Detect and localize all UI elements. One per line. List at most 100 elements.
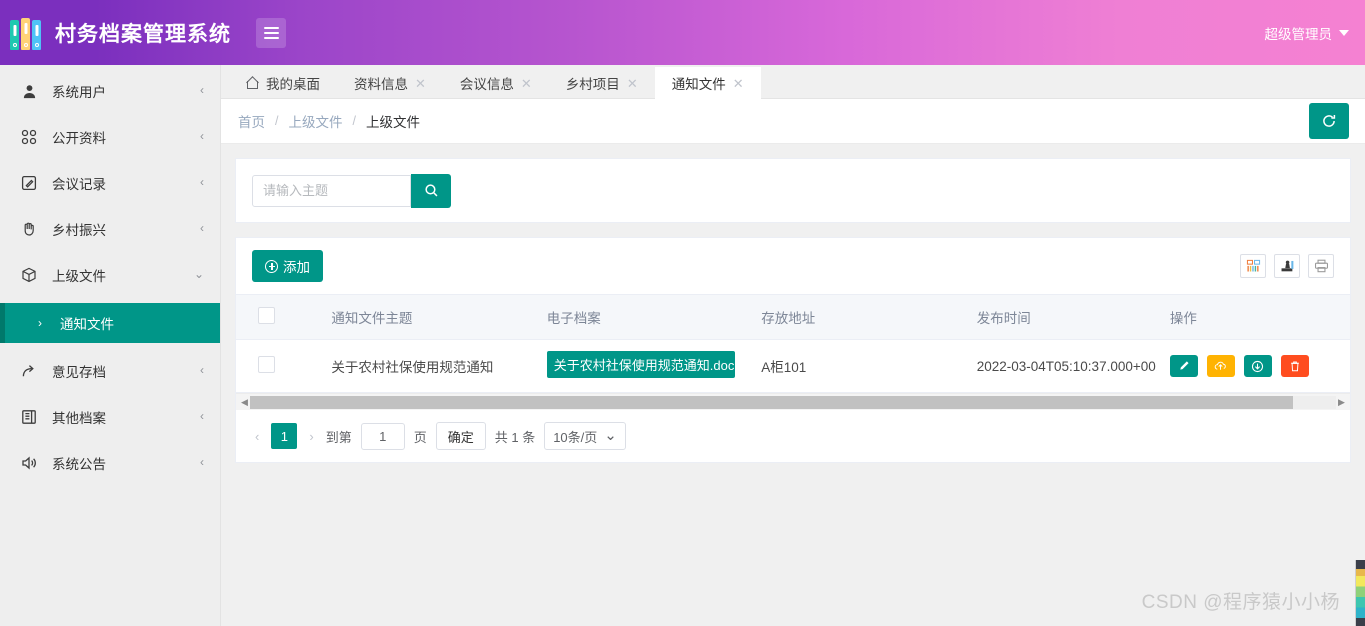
upload-cloud-icon [1215, 361, 1227, 370]
table-row: 关于农村社保使用规范通知 关于农村社保使用规范通知.doc A柜101 2022… [236, 339, 1350, 393]
search-input[interactable] [252, 174, 411, 207]
sidebar-item-label: 系统公告 [52, 457, 106, 472]
tab-label: 乡村项目 [565, 77, 620, 92]
sidebar-item-other-archive[interactable]: 其他档案 ‹ [0, 399, 220, 435]
header-select-all [236, 294, 319, 340]
table-horizontal-scrollbar[interactable]: ◀ ▶ [236, 393, 1350, 410]
close-icon[interactable]: ✕ [733, 77, 744, 90]
data-table: 通知文件主题 电子档案 存放地址 发布时间 操作 关于农村社保使用规范通知 关于… [236, 294, 1350, 393]
chevron-left-icon: ‹ [200, 409, 204, 423]
speaker-icon [18, 454, 40, 472]
main-area: 我的桌面 资料信息 ✕ 会议信息 ✕ 乡村项目 ✕ 通知文件 ✕ 首页 / 上级… [221, 65, 1365, 626]
sidebar-item-public-data[interactable]: 公开资料 ‹ [0, 119, 220, 155]
select-all-checkbox[interactable] [258, 307, 275, 324]
refresh-button[interactable] [1309, 103, 1349, 139]
sidebar-item-superior-docs[interactable]: 上级文件 ⌄ [0, 257, 220, 293]
sidebar: 系统用户 ‹ 公开资料 ‹ 会议记录 ‹ 乡村振兴 ‹ 上级文件 ⌄ › 通知文… [0, 65, 221, 626]
sidebar-item-label: 上级文件 [52, 269, 106, 284]
edit-row-button[interactable] [1169, 355, 1198, 377]
tab-my-desktop[interactable]: 我的桌面 [229, 67, 337, 99]
breadcrumb-item-superior[interactable]: 上级文件 [288, 111, 342, 131]
sidebar-item-meeting-record[interactable]: 会议记录 ‹ [0, 165, 220, 201]
density-icon[interactable] [1274, 254, 1300, 278]
tab-label: 我的桌面 [266, 77, 320, 92]
file-link[interactable]: 关于农村社保使用规范通知.doc [546, 351, 736, 378]
tab-notice-file[interactable]: 通知文件 ✕ [654, 67, 761, 99]
download-row-button[interactable] [1243, 355, 1272, 377]
add-button[interactable]: 添加 [252, 250, 323, 282]
delete-row-button[interactable] [1280, 355, 1309, 377]
tab-rural-project[interactable]: 乡村项目 ✕ [549, 67, 655, 99]
printer-glyph [1314, 259, 1328, 273]
book-icon [18, 408, 40, 426]
page-size-label: 10条/页 [553, 429, 598, 445]
breadcrumb-item-home[interactable]: 首页 [238, 111, 265, 131]
sidebar-item-notice-file[interactable]: › 通知文件 [0, 303, 220, 343]
sidebar-nav: 系统用户 ‹ 公开资料 ‹ 会议记录 ‹ 乡村振兴 ‹ 上级文件 ⌄ › 通知文… [0, 65, 220, 481]
watermark: CSDN @程序猿小小杨 [1141, 592, 1340, 613]
sidebar-item-label: 乡村振兴 [52, 223, 106, 238]
close-icon[interactable]: ✕ [521, 77, 532, 90]
header-subject: 通知文件主题 [318, 294, 534, 340]
content-area: 添加 [221, 144, 1365, 463]
pencil-icon [1180, 361, 1189, 370]
tab-meeting-info[interactable]: 会议信息 ✕ [443, 67, 549, 99]
row-checkbox[interactable] [258, 356, 275, 373]
page-jump-input[interactable] [360, 422, 405, 450]
page-size-select[interactable]: 10条/页 ⌄ [544, 422, 626, 450]
close-icon[interactable]: ✕ [415, 77, 426, 90]
breadcrumb-separator: / [352, 114, 356, 128]
next-page-button[interactable]: › [306, 429, 316, 444]
sidebar-item-rural-revitalization[interactable]: 乡村振兴 ‹ [0, 211, 220, 247]
hamburger-menu-icon[interactable] [256, 17, 286, 48]
close-icon[interactable]: ✕ [627, 77, 638, 90]
cell-electronic-file: 关于农村社保使用规范通知.doc [533, 339, 749, 393]
cell-operations [1156, 339, 1350, 393]
columns-settings-icon[interactable] [1240, 254, 1266, 278]
tab-label: 通知文件 [671, 77, 726, 92]
upload-row-button[interactable] [1206, 355, 1235, 377]
sidebar-item-label: 其他档案 [52, 411, 106, 426]
search-panel [235, 158, 1351, 223]
cell-subject: 关于农村社保使用规范通知 [318, 339, 534, 393]
table-header-row: 通知文件主题 电子档案 存放地址 发布时间 操作 [236, 294, 1350, 340]
color-edge-bar [1355, 560, 1365, 626]
add-button-label: 添加 [283, 260, 310, 275]
user-icon [18, 82, 40, 100]
pagination: ‹ 1 › 到第 页 确定 共 1 条 10条/页 ⌄ [236, 410, 1350, 462]
chevron-left-icon: ‹ [200, 455, 204, 469]
chevron-down-icon [1339, 29, 1349, 36]
columns-glyph [1246, 259, 1260, 272]
confirm-jump-button[interactable]: 确定 [435, 422, 486, 450]
search-button[interactable] [411, 173, 451, 208]
sidebar-item-label: 通知文件 [60, 317, 114, 332]
jump-prefix-label: 到第 [325, 429, 352, 445]
page-number-1[interactable]: 1 [271, 423, 298, 449]
header-operations: 操作 [1156, 294, 1350, 340]
tab-data-info[interactable]: 资料信息 ✕ [337, 67, 443, 99]
breadcrumb-separator: / [275, 114, 279, 128]
scroll-track[interactable] [250, 395, 1336, 409]
prev-page-button[interactable]: ‹ [252, 429, 262, 444]
header-electronic-file: 电子档案 [533, 294, 749, 340]
scroll-right-icon[interactable]: ▶ [1336, 397, 1347, 407]
scroll-thumb[interactable] [250, 395, 1293, 409]
sidebar-item-opinion-archive[interactable]: 意见存档 ‹ [0, 353, 220, 389]
chevron-left-icon: ‹ [200, 221, 204, 235]
print-icon[interactable] [1308, 254, 1334, 278]
sidebar-item-label: 意见存档 [52, 365, 106, 380]
sidebar-item-system-notice[interactable]: 系统公告 ‹ [0, 445, 220, 481]
user-menu[interactable]: 超级管理员 [1265, 23, 1365, 43]
chevron-right-icon: › [38, 316, 42, 330]
sidebar-item-system-user[interactable]: 系统用户 ‹ [0, 73, 220, 109]
chevron-down-icon: ⌄ [604, 427, 617, 445]
app-root: 村务档案管理系统 超级管理员 系统用户 ‹ 公开资料 ‹ 会议记录 ‹ 乡村振兴… [0, 0, 1365, 626]
share-arrow-icon [18, 362, 40, 380]
user-name-label: 超级管理员 [1264, 26, 1333, 42]
scroll-left-icon[interactable]: ◀ [239, 397, 250, 407]
trash-icon [1290, 361, 1299, 371]
chevron-left-icon: ‹ [200, 129, 204, 143]
chevron-down-icon: ⌄ [193, 267, 204, 281]
breadcrumb-item-current: 上级文件 [365, 115, 420, 130]
hand-icon [18, 220, 40, 238]
